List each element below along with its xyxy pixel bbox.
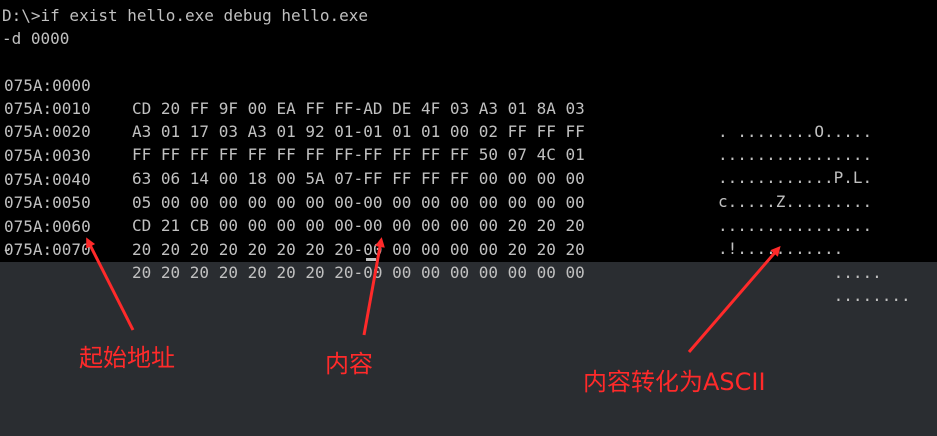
arrow-start-address [86, 237, 135, 331]
label-start-address: 起始地址 [79, 344, 175, 372]
arrow-content-ascii [687, 245, 781, 353]
arrow-content [362, 237, 385, 336]
label-content-ascii: 内容转化为ASCII [583, 368, 766, 396]
label-content: 内容 [325, 350, 373, 378]
